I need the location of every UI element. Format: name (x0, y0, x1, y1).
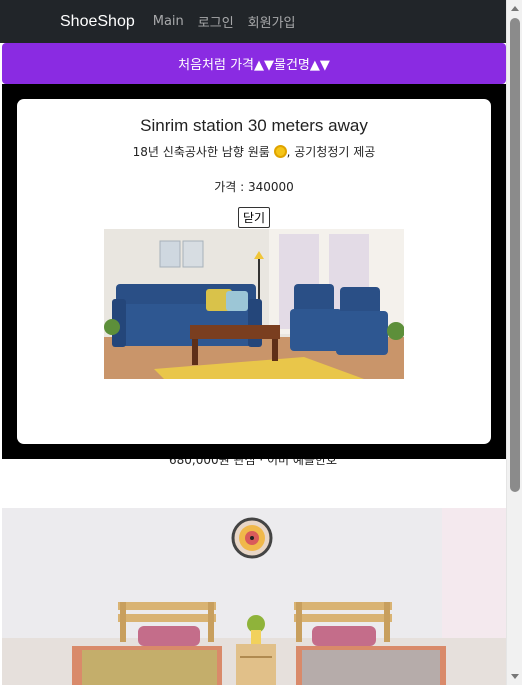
nav-link-login[interactable]: 로그인 (198, 12, 234, 31)
modal-description-text-end: , 공기청정기 제공 (286, 145, 376, 159)
page-scrollbar[interactable] (506, 0, 522, 685)
scroll-up-icon[interactable] (511, 6, 519, 11)
living-room-photo (104, 229, 404, 379)
brand-logo[interactable]: ShoeShop (60, 13, 135, 31)
bedroom-photo (2, 508, 506, 685)
sun-icon (273, 145, 287, 158)
top-navbar: ShoeShop Main 로그인 회원가입 (0, 0, 506, 43)
product-modal: Sinrim station 30 meters away 18년 신축공사한 … (17, 99, 491, 444)
nav-link-signup[interactable]: 회원가입 (248, 12, 296, 31)
nav-link-main[interactable]: Main (153, 14, 184, 29)
page: 680,000원 관심 · 이미 예들한호 ShoeShop Main 로그인 … (0, 0, 522, 685)
sort-bar[interactable]: 처음처럼 가격▲▼물건명▲▼ (2, 43, 506, 84)
close-button[interactable]: 닫기 (237, 207, 271, 228)
scroll-thumb[interactable] (510, 18, 520, 492)
scroll-down-icon[interactable] (511, 674, 519, 679)
modal-price: 가격 : 340000 (214, 180, 294, 194)
modal-title: Sinrim station 30 meters away (140, 116, 368, 135)
content: 680,000원 관심 · 이미 예들한호 ShoeShop Main 로그인 … (0, 0, 506, 685)
modal-description: 18년 신축공사한 남향 원룸 , 공기청정기 제공 (17, 143, 491, 160)
modal-description-text: 18년 신축공사한 남향 원룸 (132, 145, 274, 159)
